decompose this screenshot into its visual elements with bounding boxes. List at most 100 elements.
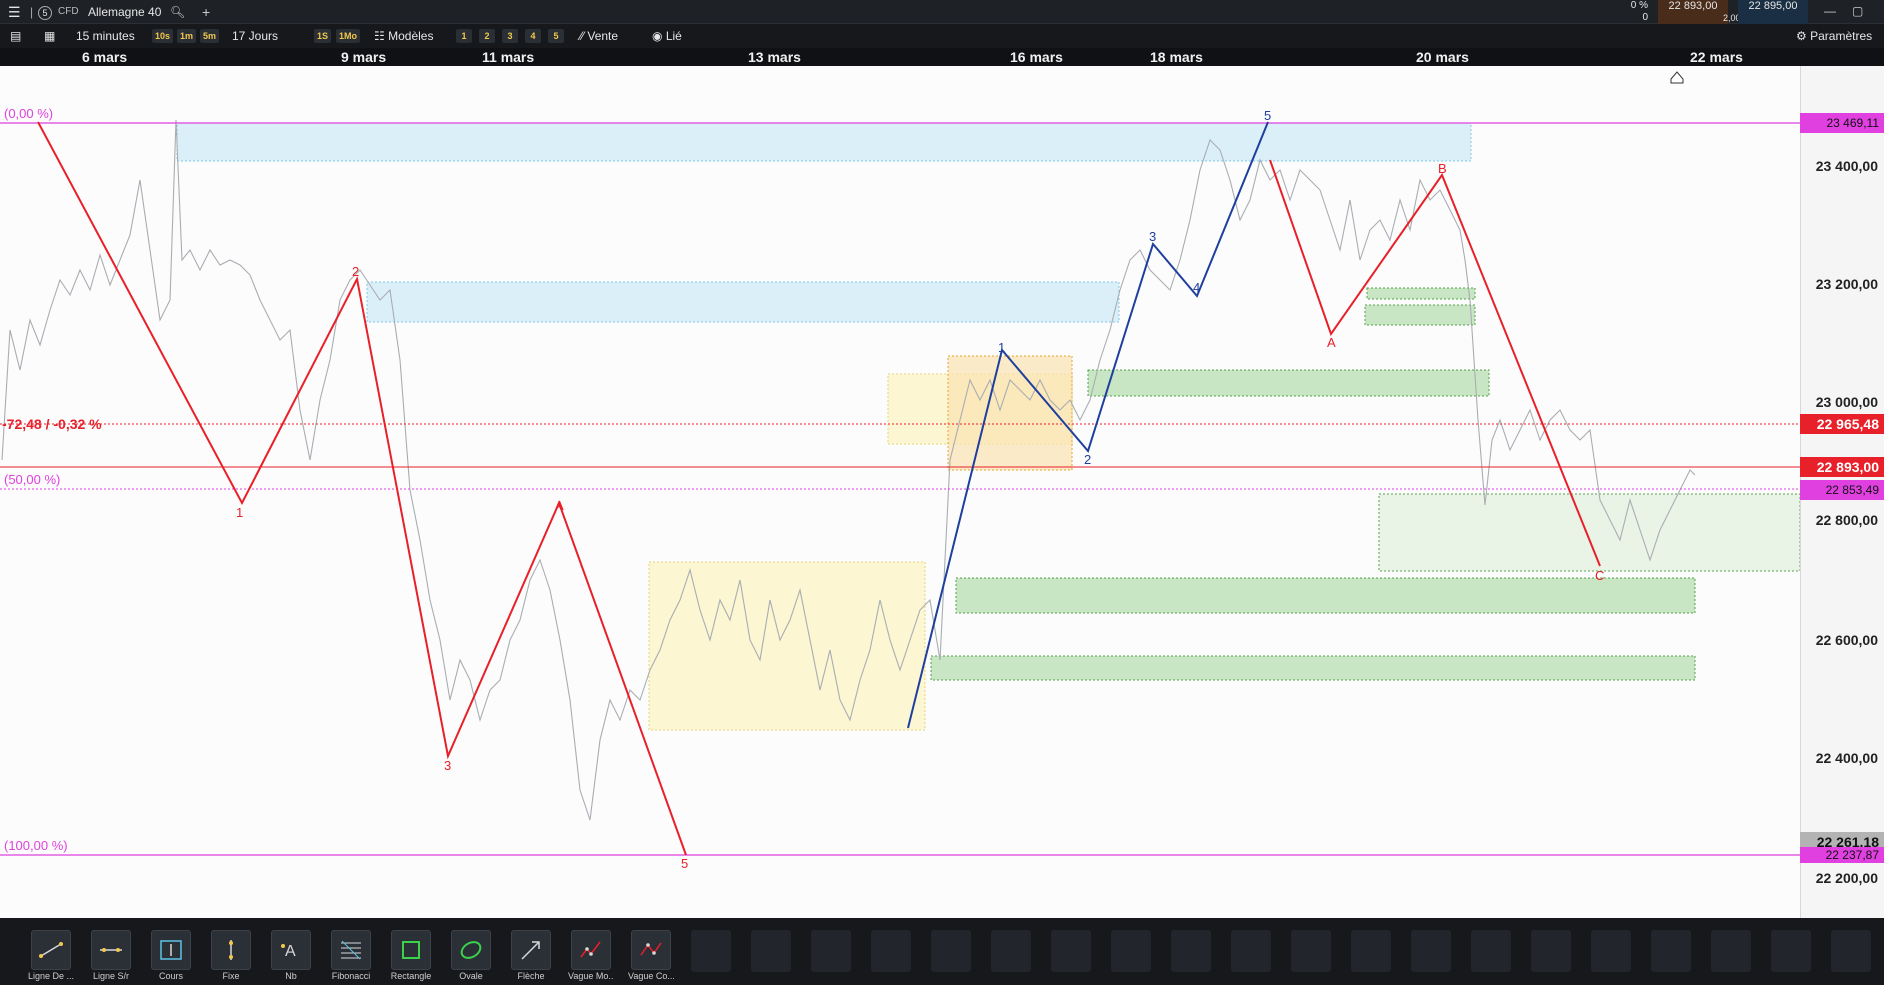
- empty-tool-slot[interactable]: [1471, 930, 1511, 972]
- zone-orange: [947, 355, 1073, 471]
- tool-fixed[interactable]: Fixe: [208, 930, 254, 981]
- template-slot-3[interactable]: 3: [502, 29, 518, 43]
- zone-green-3: [1364, 304, 1476, 326]
- wave-label-red: 3: [444, 758, 452, 773]
- price-icon: [160, 940, 182, 960]
- empty-tool-slot[interactable]: [1831, 930, 1871, 972]
- wave-label-red: 5: [681, 856, 689, 871]
- wave-label-blue: 3: [1149, 229, 1157, 244]
- empty-tool-slot[interactable]: [1051, 930, 1091, 972]
- empty-tool-slot[interactable]: [691, 930, 731, 972]
- price-tick: 22 200,00: [1815, 870, 1878, 886]
- price-tick: 23 000,00: [1815, 394, 1878, 410]
- tool-fibonacci[interactable]: Fibonacci: [328, 930, 374, 981]
- interval-1m-button[interactable]: 1m: [177, 29, 197, 43]
- empty-tool-slot[interactable]: [1531, 930, 1571, 972]
- empty-tool-slot[interactable]: [871, 930, 911, 972]
- maximize-icon[interactable]: ▢: [1846, 2, 1869, 20]
- template-slot-1[interactable]: 1: [456, 29, 472, 43]
- empty-tool-slot[interactable]: [751, 930, 791, 972]
- empty-tool-slot[interactable]: [1351, 930, 1391, 972]
- chart-canvas[interactable]: (0,00 %) (50,00 %) (100,00 %) -72,48 / -…: [0, 66, 1800, 918]
- tool-ellipse[interactable]: Ovale: [448, 930, 494, 981]
- tool-wave-impulse[interactable]: Vague Mo...: [568, 930, 614, 981]
- empty-tool-slot[interactable]: [1711, 930, 1751, 972]
- template-slot-5[interactable]: 5: [548, 29, 564, 43]
- interval-select[interactable]: 15 minutes: [70, 27, 141, 45]
- empty-tool-slot[interactable]: [931, 930, 971, 972]
- eye-icon: ◉: [652, 29, 663, 43]
- change-box: 0 % 0: [1604, 0, 1654, 23]
- arrow-icon: [521, 941, 540, 960]
- empty-tool-slot[interactable]: [1231, 930, 1271, 972]
- price-tick: 22 400,00: [1815, 750, 1878, 766]
- wave-label-red: 1: [236, 505, 244, 520]
- tool-arrow[interactable]: Flèche: [508, 930, 554, 981]
- empty-tool-slot[interactable]: [1291, 930, 1331, 972]
- tool-label: Cours: [158, 971, 183, 981]
- empty-tool-slot[interactable]: [1111, 930, 1151, 972]
- date-label: 6 mars: [82, 49, 128, 65]
- layout-icon[interactable]: ▤: [4, 27, 27, 45]
- wave-label-blue: 5: [1264, 108, 1272, 123]
- wave-label-blue: 1: [998, 340, 1006, 355]
- add-tab-button[interactable]: +: [196, 3, 216, 21]
- search-icon[interactable]: 🔍︎: [164, 3, 191, 21]
- empty-tool-slot[interactable]: [1771, 930, 1811, 972]
- wave-label-red: A: [1327, 335, 1336, 350]
- empty-tool-slot[interactable]: [1171, 930, 1211, 972]
- instrument-name[interactable]: Allemagne 40: [82, 3, 167, 21]
- range-select[interactable]: 17 Jours: [226, 27, 284, 45]
- svg-text:A: A: [285, 943, 296, 960]
- tool-label: Fibonacci: [331, 971, 371, 981]
- tool-text[interactable]: A Nb: [268, 930, 314, 981]
- fib-label-50: (50,00 %): [4, 472, 61, 487]
- date-label: 18 mars: [1150, 49, 1203, 65]
- price-tick: 23 400,00: [1815, 158, 1878, 174]
- empty-tool-slot[interactable]: [1411, 930, 1451, 972]
- date-label: 13 mars: [748, 49, 801, 65]
- chart-toolbar: ▤ ▦ 15 minutes 10s 1m 5m 17 Jours 1S 1Mo…: [0, 24, 1884, 48]
- sell-price: 22 893,00: [1668, 0, 1718, 12]
- date-label: 9 mars: [341, 49, 387, 65]
- zone-green-5: [955, 577, 1696, 614]
- tool-label: Ovale: [459, 971, 483, 981]
- tool-sr-line[interactable]: Ligne S/r: [88, 930, 134, 981]
- chart-svg[interactable]: [0, 66, 1800, 918]
- tool-trendline[interactable]: Ligne De ...: [28, 930, 74, 981]
- empty-tool-slot[interactable]: [1591, 930, 1631, 972]
- template-slot-2[interactable]: 2: [479, 29, 495, 43]
- tool-rectangle[interactable]: Rectangle: [388, 930, 434, 981]
- change-pct: 0 %: [1630, 0, 1648, 11]
- tool-label: Flèche: [517, 971, 545, 981]
- order-side-button[interactable]: ⁄⁄ Vente: [574, 27, 624, 45]
- top-bar: ☰ | 5 CFD Allemagne 40 🔍︎ + 0 % 0 22 893…: [0, 0, 1884, 24]
- range-1mo-button[interactable]: 1Mo: [336, 29, 360, 43]
- tool-wave-correction[interactable]: Vague Co...: [628, 930, 674, 981]
- settings-button[interactable]: ⚙ Paramètres: [1790, 27, 1878, 45]
- tool-label: Vague Mo...: [568, 971, 614, 981]
- wave-label-red: A: [555, 498, 564, 513]
- tag-current-price: 22 893,00: [1800, 457, 1884, 477]
- grid-icon[interactable]: ▦: [38, 27, 61, 45]
- minimize-icon[interactable]: —: [1818, 2, 1842, 20]
- interval-10s-button[interactable]: 10s: [152, 29, 174, 43]
- buy-price-button[interactable]: 22 895,00: [1738, 0, 1808, 24]
- template-slot-4[interactable]: 4: [525, 29, 541, 43]
- zone-green-4: [1378, 493, 1800, 572]
- empty-tool-slot[interactable]: [991, 930, 1031, 972]
- templates-button[interactable]: ☷ Modèles: [368, 27, 439, 45]
- wave-label-blue: 4: [1193, 280, 1201, 295]
- wave-label-blue: 2: [1084, 452, 1092, 467]
- empty-tool-slot[interactable]: [1651, 930, 1691, 972]
- link-button[interactable]: ◉ Lié: [646, 27, 688, 45]
- interval-5m-button[interactable]: 5m: [200, 29, 220, 43]
- price-tick: 23 200,00: [1815, 276, 1878, 292]
- tool-price[interactable]: Cours: [148, 930, 194, 981]
- instrument-type: CFD: [58, 6, 79, 17]
- empty-tool-slot[interactable]: [811, 930, 851, 972]
- range-1s-button[interactable]: 1S: [314, 29, 332, 43]
- zone-green-6: [930, 655, 1696, 681]
- zone-blue-top: [176, 122, 1472, 162]
- hamburger-icon[interactable]: ☰: [2, 3, 27, 21]
